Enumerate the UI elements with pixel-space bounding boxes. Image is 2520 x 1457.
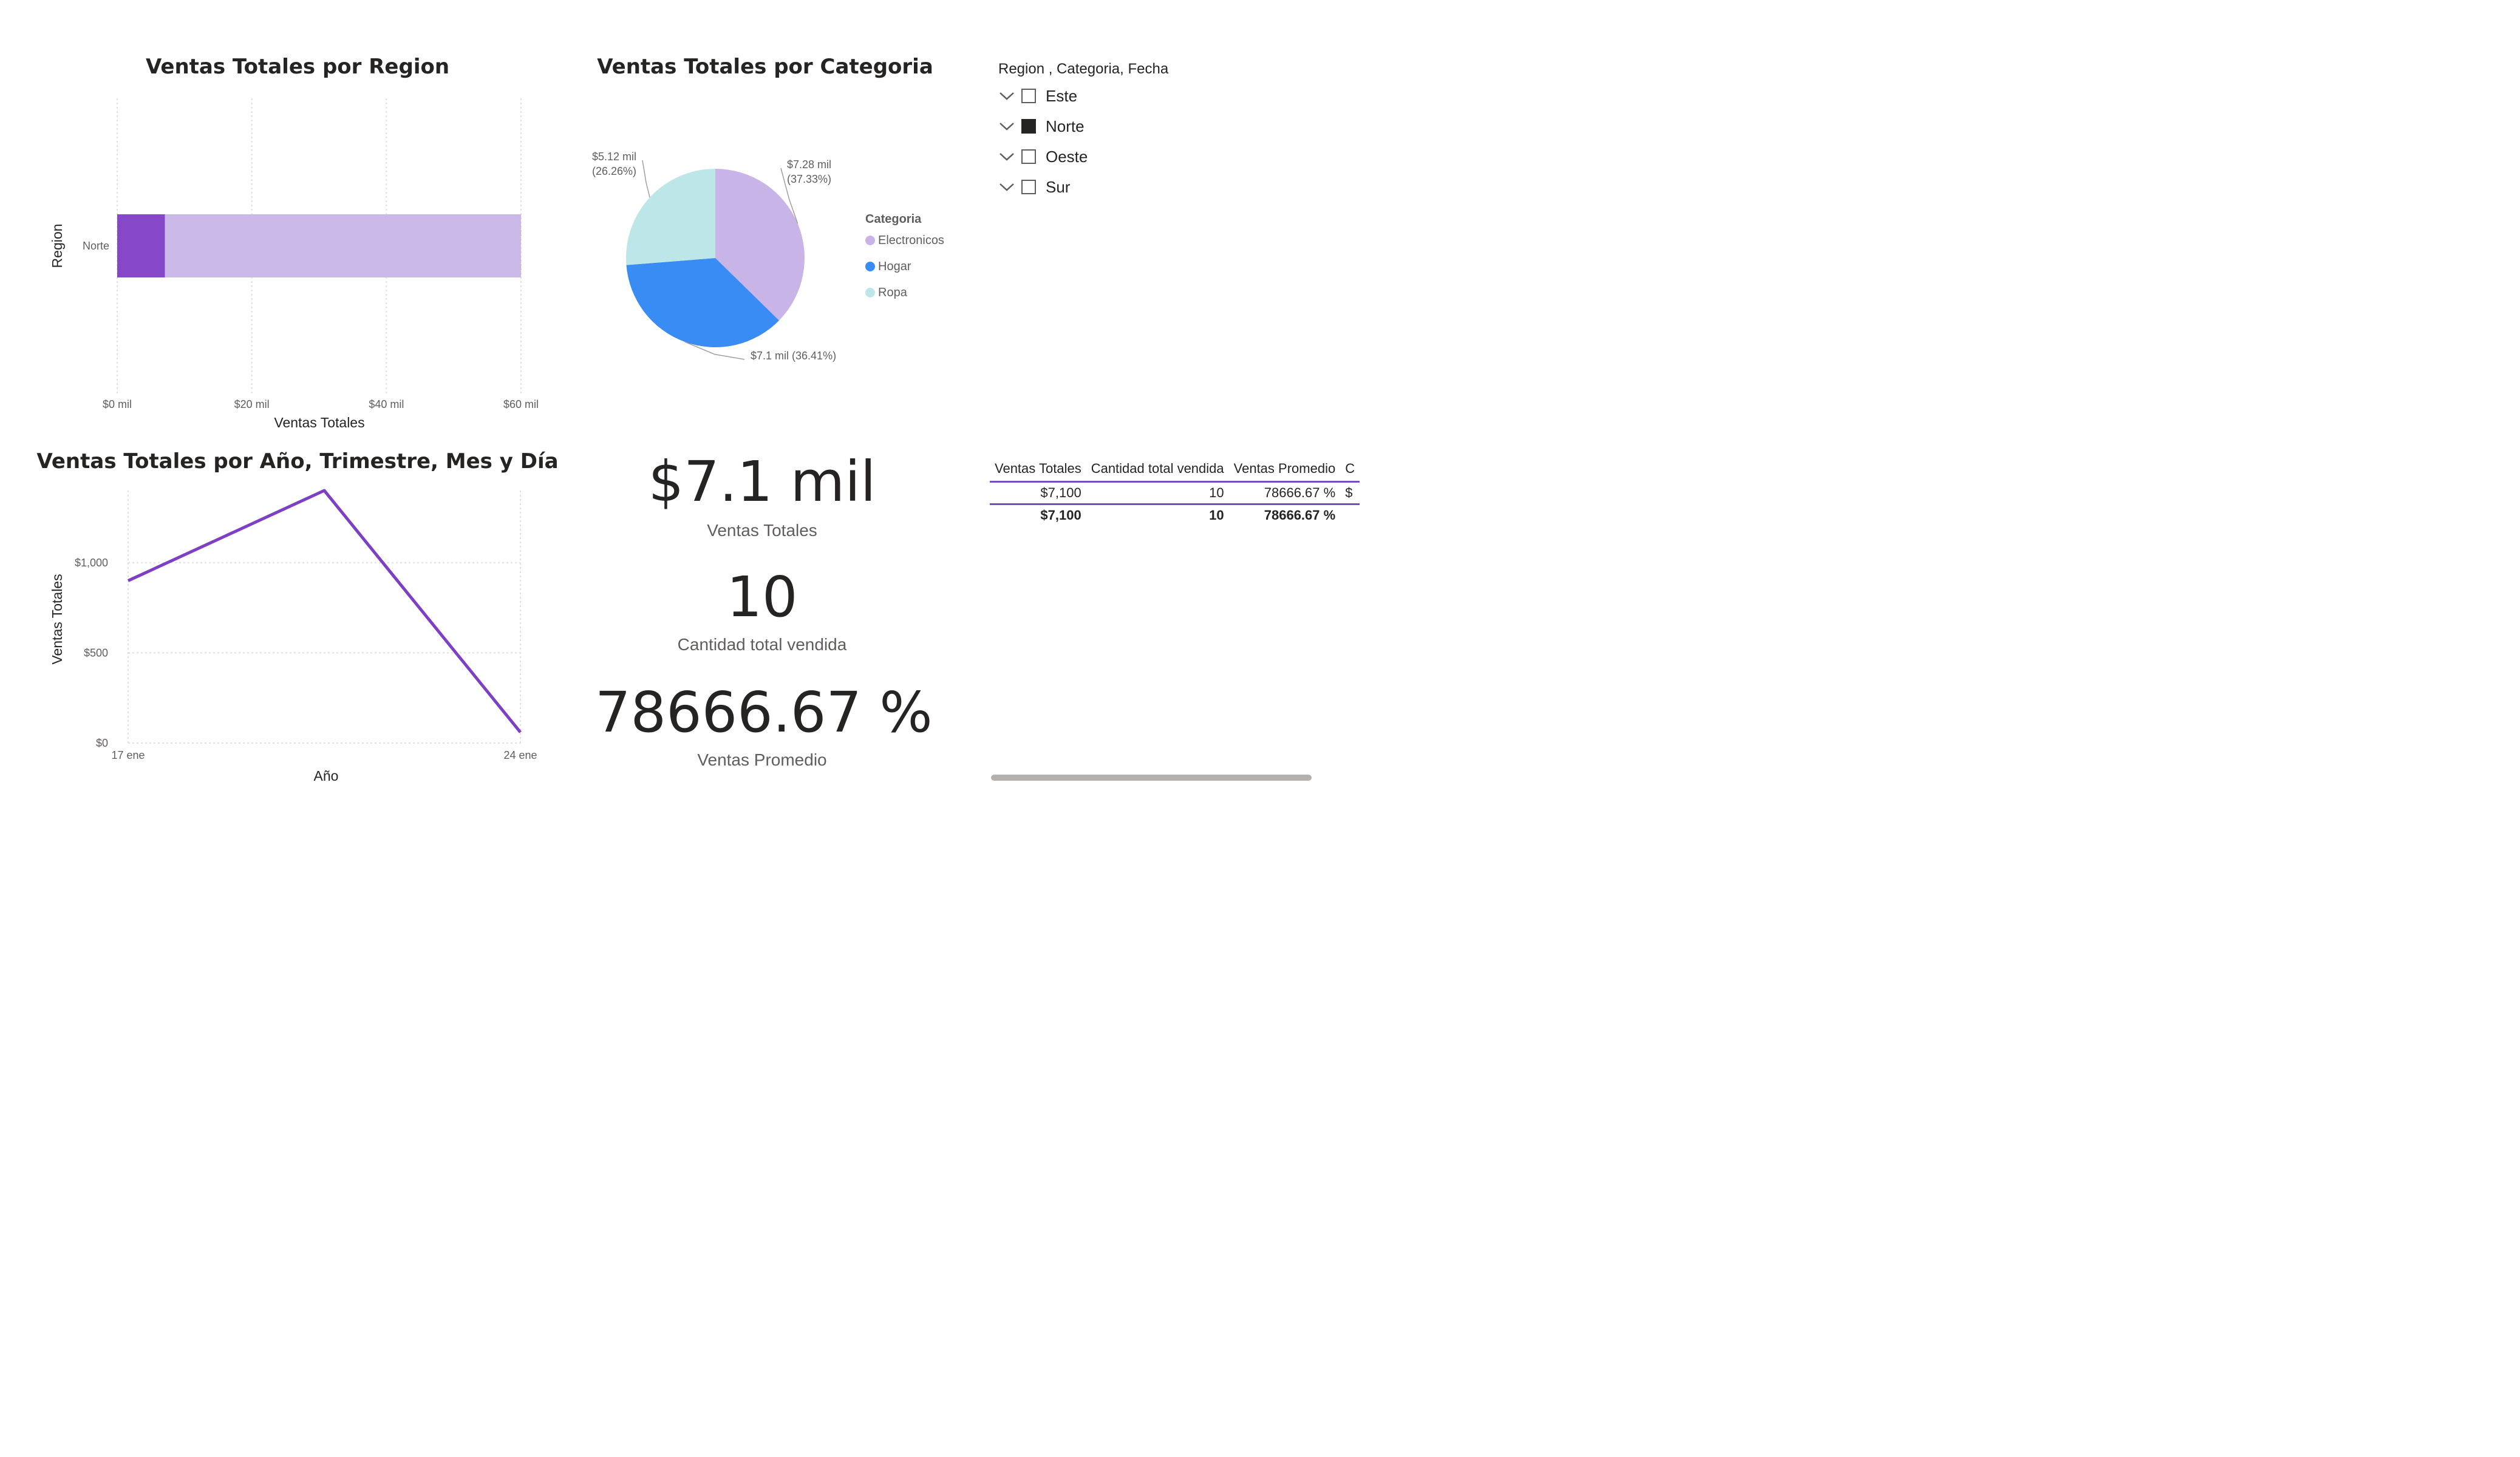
pie-data-label: $7.28 mil <box>787 158 831 171</box>
card-value: $7.1 mil <box>648 449 876 514</box>
line-chart-plot: $0 $500 $1,000 17 ene 24 ene Año Ventas Totale… <box>49 489 537 784</box>
series-line-0 <box>127 489 522 733</box>
card-label: Cantidad total vendida <box>677 635 847 654</box>
date-line-chart[interactable]: Ventas Totales por Año, Trimestre, Mes y… <box>36 443 559 795</box>
pie-slice-ropa <box>626 169 715 265</box>
slicer-checkbox-checked[interactable] <box>1021 119 1036 134</box>
chevron-down-icon[interactable] <box>996 117 1018 136</box>
x-axis-title: Ventas Totales <box>274 415 364 430</box>
y-tick-label: $0 <box>96 737 108 749</box>
legend-marker <box>865 262 875 271</box>
legend-label: Ropa <box>878 286 908 299</box>
slicer-item-norte[interactable]: Norte <box>996 114 1085 138</box>
card-value: 78666.67 % <box>595 680 933 745</box>
slicer-checkbox[interactable] <box>1021 180 1036 194</box>
bar-segment-0 <box>117 214 165 277</box>
table-total-cell: $7,100 <box>990 503 1086 526</box>
pie-data-label: (26.26%) <box>592 165 636 177</box>
pie-data-label: $5.12 mil <box>592 151 636 163</box>
card-ventas-totales[interactable]: $7.1 mil Ventas Totales <box>607 449 917 546</box>
region-slicer: Region , Categoria, Fecha Este Norte Oes… <box>996 61 1299 206</box>
x-axis-title: Año <box>314 768 339 784</box>
region-bar-chart[interactable]: Ventas Totales por Region $0 mil $20 mil $… <box>36 49 559 437</box>
category-chart-plot: $7.28 mil (37.33%) $7.1 mil (36.41%) $5.12 … <box>592 151 944 362</box>
table-header[interactable]: Ventas Totales <box>990 457 1086 482</box>
legend-title: Categoria <box>865 212 922 226</box>
slicer-item-label: Oeste <box>1046 147 1088 166</box>
table-total-cell <box>1340 503 1360 526</box>
x-tick-label: $20 mil <box>234 398 270 410</box>
card-cantidad-total[interactable]: 10 Cantidad total vendida <box>607 565 917 662</box>
x-tick-label: $40 mil <box>369 398 404 410</box>
x-tick-label: 17 ene <box>111 749 145 761</box>
y-tick-label: $1,000 <box>75 557 108 569</box>
chevron-down-icon[interactable] <box>996 147 1018 166</box>
slicer-item-label: Sur <box>1046 177 1071 196</box>
table-cell: $7,100 <box>1040 485 1081 500</box>
y-tick-label: $500 <box>84 647 108 659</box>
y-axis-title: Region <box>49 224 65 268</box>
category-pie-chart[interactable]: Ventas Totales por Categoria $7.28 mil (3… <box>583 49 996 389</box>
table-cell: 10 <box>1209 485 1224 500</box>
slicer-item-sur[interactable]: Sur <box>996 175 1070 199</box>
card-ventas-promedio[interactable]: 78666.67 % Ventas Promedio <box>595 680 933 777</box>
y-axis-title: Ventas Totales <box>49 574 65 664</box>
table-total-cell: 10 <box>1086 503 1229 526</box>
legend-label: Electronicos <box>878 234 944 247</box>
x-tick-label: 24 ene <box>503 749 537 761</box>
slicer-checkbox[interactable] <box>1021 89 1036 103</box>
bar-segment-1 <box>165 214 521 277</box>
y-tick-label: Norte <box>83 240 109 252</box>
legend-label: Hogar <box>878 260 911 273</box>
x-tick-label: $60 mil <box>503 398 539 410</box>
slicer-item-label: Este <box>1046 86 1078 105</box>
table-total-row: $7,100 10 78666.67 % <box>990 503 1360 526</box>
table-header-row: Ventas Totales Cantidad total vendida Ve… <box>990 457 1360 482</box>
pie-data-label: $7.1 mil (36.41%) <box>751 350 836 362</box>
card-label: Ventas Totales <box>707 521 817 540</box>
table-horizontal-scrollbar[interactable] <box>991 775 1312 781</box>
slicer-item-este[interactable]: Este <box>996 84 1077 108</box>
slicer-item-label: Norte <box>1046 117 1085 135</box>
table-cell: $ <box>1345 485 1353 500</box>
table-header[interactable]: Ventas Promedio <box>1229 457 1341 482</box>
slicer-checkbox[interactable] <box>1021 149 1036 164</box>
table-header[interactable]: Cantidad total vendida <box>1086 457 1229 482</box>
chevron-down-icon[interactable] <box>996 86 1018 106</box>
pie-data-label: (37.33%) <box>787 173 831 185</box>
legend-marker <box>865 288 875 297</box>
card-label: Ventas Promedio <box>697 750 827 769</box>
slicer-item-oeste[interactable]: Oeste <box>996 144 1088 169</box>
region-chart-plot: $0 mil $20 mil $40 mil $60 mil Norte Ventas T… <box>49 98 539 430</box>
slicer-title: Region , Categoria, Fecha <box>998 61 1169 77</box>
table-total-cell: 78666.67 % <box>1228 503 1341 526</box>
x-tick-label: $0 mil <box>103 398 132 410</box>
summary-table[interactable]: Ventas Totales Cantidad total vendida Ve… <box>990 457 1360 535</box>
table-cell: 78666.67 % <box>1264 485 1336 500</box>
card-value: 10 <box>726 565 798 630</box>
legend-marker <box>865 236 875 245</box>
pie-leader-line <box>642 160 650 198</box>
chevron-down-icon[interactable] <box>996 177 1018 197</box>
table-header[interactable]: C <box>1340 457 1360 482</box>
table-row[interactable]: $7,100 10 78666.67 % $ <box>990 482 1360 504</box>
